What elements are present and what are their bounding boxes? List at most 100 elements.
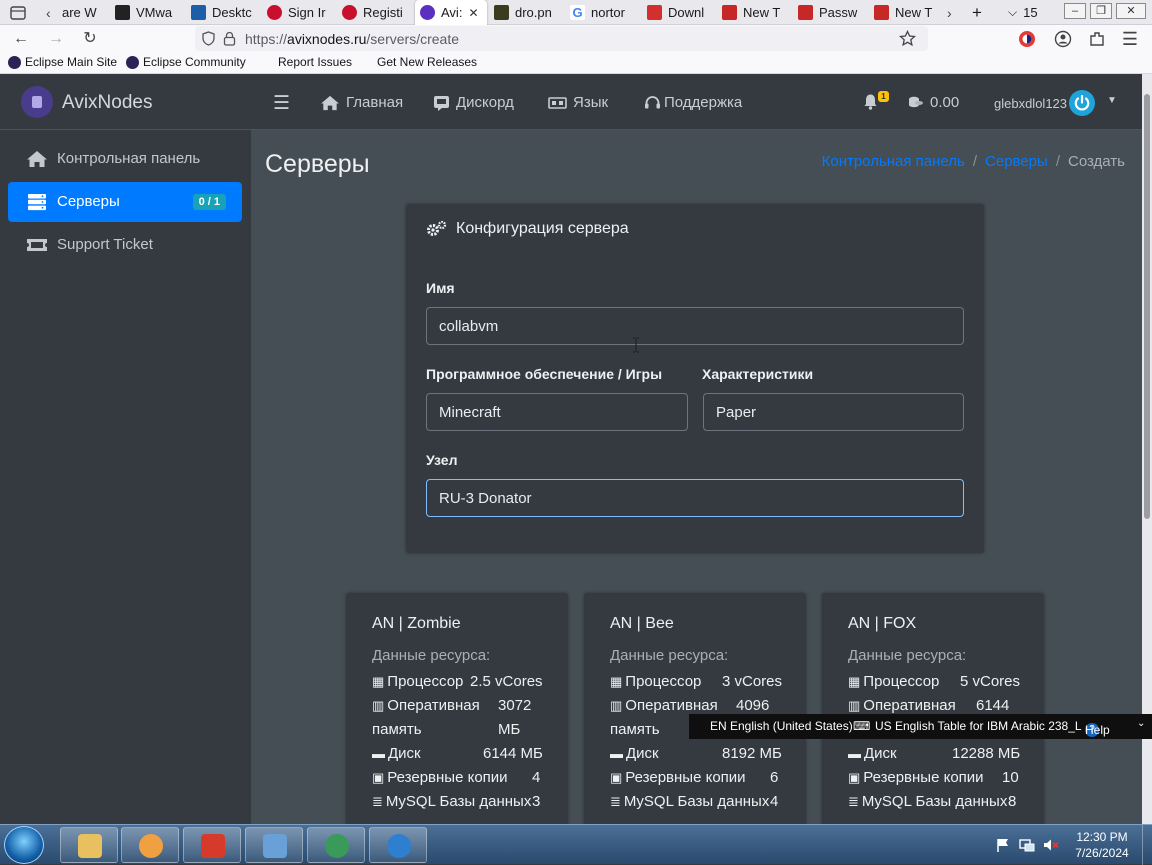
breadcrumb-servers-link[interactable]: Серверы	[985, 153, 1048, 170]
sidebar-item-servers[interactable]: Серверы 0 / 1	[8, 182, 242, 222]
lock-icon[interactable]	[223, 31, 236, 46]
memory-icon: ▥	[848, 697, 861, 713]
keyboard-layout[interactable]: US English Table for IBM Arabic 238_L	[875, 719, 1082, 733]
volume-muted-icon[interactable]	[1043, 837, 1059, 853]
vmware-favicon-icon	[115, 5, 130, 20]
nav-support-link[interactable]: Поддержка	[644, 94, 742, 111]
user-avatar-power-icon[interactable]	[1069, 90, 1095, 116]
tracking-shield-icon[interactable]	[201, 31, 216, 46]
tab-5-active[interactable]: Avi: ✕	[415, 0, 487, 25]
nav-discord-link[interactable]: Дискорд	[433, 94, 514, 111]
hamburger-menu-icon[interactable]: ☰	[273, 92, 290, 115]
network-tray-icon[interactable]	[1019, 837, 1035, 853]
nav-home-link[interactable]: Главная	[320, 94, 403, 111]
taskbar-browser[interactable]	[183, 827, 241, 863]
newtab-favicon-icon	[874, 5, 889, 20]
brand-link[interactable]: AvixNodes	[0, 74, 251, 130]
taskbar-media-player[interactable]	[121, 827, 179, 863]
software-select[interactable]: Minecraft	[426, 393, 688, 431]
tab-7[interactable]: Gnortor	[570, 0, 638, 25]
input-language[interactable]: EN English (United States)	[710, 719, 853, 733]
newtab-favicon-icon	[722, 5, 737, 20]
top-navigation: ☰ Главная Дискорд Язык Поддержка 1 0.00 …	[251, 74, 1142, 130]
nav-language-link[interactable]: Язык	[548, 94, 608, 111]
bookmark-get-new-releases[interactable]: Get New Releases	[377, 55, 477, 69]
minimize-button[interactable]: –	[1064, 3, 1086, 19]
breadcrumb-dashboard-link[interactable]: Контрольная панель	[822, 153, 965, 170]
node-subtitle: Данные ресурса:	[610, 647, 729, 664]
scroll-tabs-right-icon[interactable]: ›	[947, 0, 952, 25]
tab-overview-icon[interactable]	[10, 0, 28, 25]
new-tab-button[interactable]: +	[972, 0, 982, 25]
language-icon	[548, 96, 567, 109]
server-name-input[interactable]: collabvm	[426, 307, 964, 345]
node-card-bee[interactable]: AN | Bee Данные ресурса: ▦ Процессор 3 vCo…	[584, 593, 806, 824]
database-icon: ≣	[372, 793, 383, 809]
bookmark-report-issues[interactable]: Report Issues	[278, 55, 352, 69]
tab-10[interactable]: Passw	[798, 0, 860, 25]
scrollbar-thumb[interactable]	[1144, 94, 1150, 519]
headset-icon	[645, 95, 660, 108]
close-window-button[interactable]: ✕	[1116, 3, 1146, 19]
node-select[interactable]: RU-3 Donator	[426, 479, 964, 517]
tab-2[interactable]: Desktc	[191, 0, 261, 25]
tab-9[interactable]: New T	[722, 0, 784, 25]
vpn-extension-icon[interactable]	[1018, 30, 1036, 48]
language-bar-options-icon[interactable]: ⌄	[1137, 718, 1145, 729]
eclipse-icon	[8, 55, 21, 69]
back-button[interactable]: ←	[10, 28, 32, 50]
notifications-bell-icon[interactable]	[863, 93, 878, 110]
sidebar-item-dashboard[interactable]: Контрольная панель	[8, 139, 242, 179]
software-label: Программное обеспечение / Игры	[426, 366, 663, 382]
bookmark-eclipse-main[interactable]: Eclipse Main Site	[8, 55, 117, 69]
show-desktop-button[interactable]	[1142, 825, 1152, 865]
memory-icon: ▥	[372, 697, 385, 713]
node-card-zombie[interactable]: AN | Zombie Данные ресурса: ▦ Процессор 2.…	[346, 593, 568, 824]
sidebar-item-support-ticket[interactable]: Support Ticket	[8, 225, 242, 265]
tab-1[interactable]: VMwa	[115, 0, 185, 25]
bookmark-star-icon[interactable]	[899, 30, 916, 47]
tab-0[interactable]: are W	[62, 0, 106, 25]
node-card-fox[interactable]: AN | FOX Данные ресурса: ▦ Процессор 5 vCo…	[822, 593, 1044, 824]
tab-4[interactable]: Registi	[342, 0, 408, 25]
start-button[interactable]	[4, 826, 44, 864]
tab-3[interactable]: Sign Ir	[267, 0, 335, 25]
tab-6[interactable]: dro.pn	[494, 0, 562, 25]
sidebar: AvixNodes Контрольная панель Серверы 0 /…	[0, 74, 251, 824]
ticket-icon	[27, 239, 47, 251]
page-scrollbar[interactable]	[1142, 74, 1152, 824]
server-icon	[28, 194, 46, 211]
restore-button[interactable]: ❐	[1090, 3, 1112, 19]
system-clock[interactable]: 12:30 PM 7/26/2024	[1067, 829, 1137, 861]
credits-display[interactable]: 0.00	[908, 94, 959, 111]
spec-select[interactable]: Paper	[703, 393, 964, 431]
tab-list-button[interactable]: ⌵ 15	[1008, 0, 1038, 25]
taskbar-internet[interactable]	[369, 827, 427, 863]
extensions-icon[interactable]	[1088, 30, 1106, 48]
bookmark-eclipse-community[interactable]: Eclipse Community	[126, 55, 246, 69]
clock-date: 7/26/2024	[1075, 846, 1129, 860]
menu-icon[interactable]: ☰	[1119, 28, 1141, 50]
tab-11[interactable]: New T	[874, 0, 936, 25]
action-center-flag-icon[interactable]	[995, 837, 1011, 853]
bookmarks-bar: Eclipse Main Site Eclipse Community Repo…	[0, 52, 1152, 74]
scroll-tabs-left-icon[interactable]: ‹	[46, 0, 51, 25]
forward-button[interactable]: →	[45, 28, 67, 50]
taskbar-control-panel[interactable]	[245, 827, 303, 863]
url-text[interactable]: https://avixnodes.ru/servers/create	[245, 31, 459, 47]
taskbar-network[interactable]	[307, 827, 365, 863]
user-menu[interactable]: glebxdlol123	[994, 96, 1067, 111]
reload-button[interactable]: ↻	[79, 28, 101, 50]
account-icon[interactable]	[1054, 30, 1072, 48]
taskbar-explorer[interactable]	[60, 827, 118, 863]
avixnodes-logo-icon	[21, 86, 53, 118]
hdd-icon: ▬	[610, 746, 623, 761]
server-config-card: Конфигурация сервера Имя collabvm Програ…	[406, 204, 984, 553]
user-menu-caret-icon[interactable]: ▼	[1107, 95, 1117, 106]
name-label: Имя	[426, 280, 455, 296]
tab-8[interactable]: Downl	[647, 0, 713, 25]
database-icon: ≣	[848, 793, 859, 809]
url-bar[interactable]: https://avixnodes.ru/servers/create	[195, 26, 928, 51]
close-tab-icon[interactable]: ✕	[468, 6, 478, 20]
language-bar: EN English (United States) ⌨ US English …	[689, 714, 1152, 739]
